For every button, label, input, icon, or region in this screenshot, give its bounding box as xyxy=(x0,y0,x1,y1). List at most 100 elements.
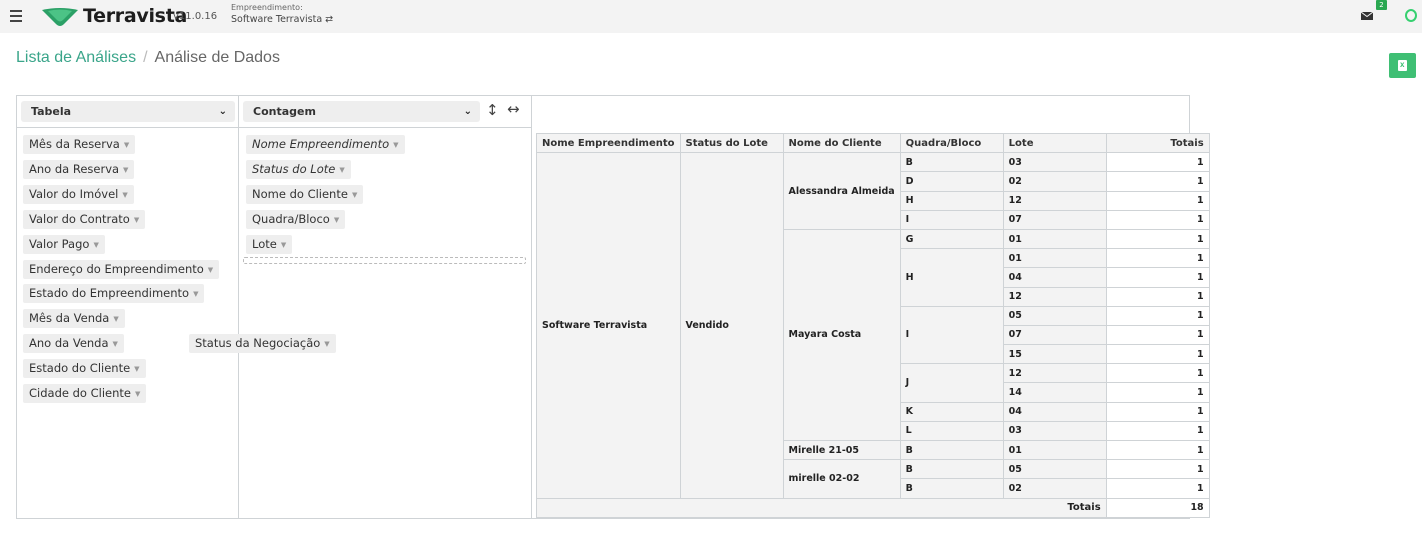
attr-chip[interactable]: Mês da Venda ▼ xyxy=(23,309,125,329)
attr-chip[interactable]: Ano da Venda ▼ xyxy=(23,334,124,354)
row-label-lote: 01 xyxy=(1002,228,1107,250)
row-label-lote: 05 xyxy=(1002,459,1107,480)
row-label-empreendimento: Software Terravista xyxy=(536,152,681,499)
aggregator-select-value: Contagem xyxy=(253,105,316,118)
empreendimento-switch[interactable]: Software Terravista ⇄ xyxy=(231,14,333,25)
attr-chip[interactable]: Quadra/Bloco ▼ xyxy=(246,209,346,229)
filter-triangle-icon[interactable]: ▼ xyxy=(113,315,118,323)
attr-chip[interactable]: Nome Empreendimento ▼ xyxy=(246,135,405,154)
filter-triangle-icon[interactable]: ▼ xyxy=(334,216,339,224)
page-title: Análise de Dados xyxy=(154,49,280,66)
attr-chip-label: Status do Lote xyxy=(252,161,336,176)
attr-chip-label: Valor do Imóvel xyxy=(29,186,119,201)
aggregator-select[interactable]: Contagem ⌄ xyxy=(243,101,480,122)
filter-triangle-icon[interactable]: ▼ xyxy=(352,191,357,199)
table-cell-value: 1 xyxy=(1105,363,1210,384)
mail-count-badge: 2 xyxy=(1376,0,1387,10)
row-label-lote: 04 xyxy=(1002,401,1107,422)
table-cell-value: 1 xyxy=(1105,267,1210,288)
filter-triangle-icon[interactable]: ▼ xyxy=(124,141,129,149)
attr-chip[interactable]: Estado do Empreendimento ▼ xyxy=(23,284,205,304)
filter-triangle-icon[interactable]: ▼ xyxy=(193,290,198,298)
breadcrumb-link-lista[interactable]: Lista de Análises xyxy=(16,49,136,66)
drop-zone[interactable] xyxy=(243,257,526,264)
attr-chip-label: Ano da Venda xyxy=(29,336,109,351)
filter-triangle-icon[interactable]: ▼ xyxy=(281,241,286,249)
row-label-lote: 02 xyxy=(1002,171,1107,192)
sort-rows-icon[interactable]: ↕ xyxy=(486,101,499,119)
filter-triangle-icon[interactable]: ▼ xyxy=(122,191,127,199)
row-label-quadra: B xyxy=(899,459,1004,480)
filter-triangle-icon[interactable]: ▼ xyxy=(324,340,329,348)
filter-triangle-icon[interactable]: ▼ xyxy=(339,166,344,174)
column-header[interactable]: Totais xyxy=(1105,132,1210,154)
attr-chip[interactable]: Status do Lote ▼ xyxy=(246,159,351,179)
table-cell-value: 1 xyxy=(1105,344,1210,365)
filter-triangle-icon[interactable]: ▼ xyxy=(393,141,398,149)
attr-chip[interactable]: Estado do Cliente ▼ xyxy=(23,359,146,379)
attr-chip[interactable]: Mês da Reserva ▼ xyxy=(23,135,136,154)
row-label-lote: 05 xyxy=(1002,305,1107,326)
table-cell-value: 1 xyxy=(1105,228,1210,250)
column-header[interactable]: Nome Empreendimento xyxy=(536,132,681,154)
row-label-status: Vendido xyxy=(679,152,784,499)
filter-triangle-icon[interactable]: ▼ xyxy=(208,266,213,274)
filter-triangle-icon[interactable]: ▼ xyxy=(93,241,98,249)
column-header[interactable]: Status do Lote xyxy=(679,132,784,154)
menu-icon[interactable] xyxy=(10,10,22,22)
sort-cols-icon[interactable]: ↔ xyxy=(507,100,520,118)
attr-chip-label: Lote xyxy=(252,236,277,251)
filter-triangle-icon[interactable]: ▼ xyxy=(134,365,139,373)
attr-chip[interactable]: Nome do Cliente ▼ xyxy=(246,184,364,204)
row-label-lote: 04 xyxy=(1002,267,1107,288)
top-bar: Terravista v11.0.16 Empreendimento: Soft… xyxy=(0,0,1422,33)
totals-label: Totais xyxy=(536,497,1107,518)
chevron-down-icon: ⌄ xyxy=(218,106,227,117)
attr-chip[interactable]: Valor Pago ▼ xyxy=(23,234,105,254)
column-header[interactable]: Nome do Cliente xyxy=(782,132,901,154)
filter-triangle-icon[interactable]: ▼ xyxy=(135,390,140,398)
divider xyxy=(531,95,532,519)
row-label-quadra: G xyxy=(899,228,1004,250)
attr-chip[interactable]: Endereço do Empreendimento ▼ xyxy=(23,259,220,279)
column-header[interactable]: Lote xyxy=(1002,132,1107,154)
row-label-lote: 03 xyxy=(1002,152,1107,173)
row-label-lote: 07 xyxy=(1002,209,1107,230)
column-header[interactable]: Quadra/Bloco xyxy=(899,132,1004,154)
row-label-lote: 03 xyxy=(1002,420,1107,442)
renderer-select[interactable]: Tabela ⌄ xyxy=(21,101,235,122)
attr-chip-label: Ano da Reserva xyxy=(29,161,120,176)
terravista-logo-icon xyxy=(42,8,78,26)
row-label-lote: 15 xyxy=(1002,344,1107,365)
row-label-quadra: K xyxy=(899,401,1004,422)
attr-chip[interactable]: Ano da Reserva ▼ xyxy=(23,159,135,179)
attr-chip[interactable]: Valor do Imóvel ▼ xyxy=(23,184,134,204)
table-cell-value: 1 xyxy=(1105,382,1210,403)
table-cell-value: 1 xyxy=(1105,286,1210,307)
filter-triangle-icon[interactable]: ▼ xyxy=(123,166,128,174)
attr-chip-label: Estado do Cliente xyxy=(29,361,131,376)
attr-chip[interactable]: Lote ▼ xyxy=(246,234,293,254)
export-excel-button[interactable] xyxy=(1389,53,1416,78)
divider xyxy=(16,127,532,128)
row-label-cliente: Alessandra Almeida xyxy=(782,152,901,230)
attr-chip[interactable]: Cidade do Cliente ▼ xyxy=(23,384,147,403)
attr-chip[interactable]: Status da Negociação ▼ xyxy=(189,334,336,353)
table-cell-value: 1 xyxy=(1105,152,1210,173)
table-cell-value: 1 xyxy=(1105,248,1210,269)
row-label-quadra: J xyxy=(899,363,1004,403)
mail-icon[interactable] xyxy=(1361,12,1373,20)
status-icon[interactable] xyxy=(1405,9,1417,22)
chevron-down-icon: ⌄ xyxy=(463,106,472,117)
renderer-select-value: Tabela xyxy=(31,105,72,118)
empreendimento-label: Empreendimento: xyxy=(231,3,303,12)
row-label-lote: 07 xyxy=(1002,324,1107,346)
attr-chip[interactable]: Valor do Contrato ▼ xyxy=(23,209,146,229)
divider xyxy=(238,95,239,519)
table-cell-value: 1 xyxy=(1105,190,1210,211)
table-cell-value: 1 xyxy=(1105,478,1210,499)
filter-triangle-icon[interactable]: ▼ xyxy=(113,340,118,348)
filter-triangle-icon[interactable]: ▼ xyxy=(134,216,139,224)
row-label-lote: 01 xyxy=(1002,248,1107,269)
row-label-quadra: I xyxy=(899,209,1004,230)
